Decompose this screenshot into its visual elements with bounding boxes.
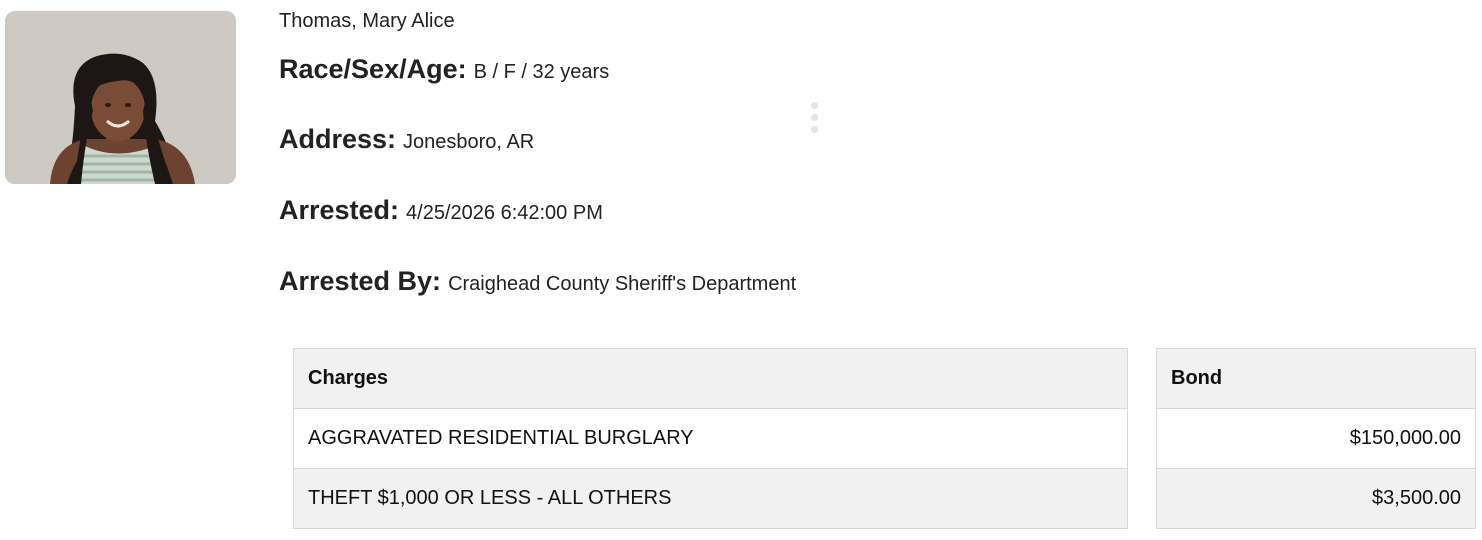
bond-header: Bond [1156,348,1476,409]
arrested-by-label: Arrested By: [279,266,442,296]
arrested-value: 4/25/2026 6:42:00 PM [406,202,603,224]
bond-header-row: Bond [1156,348,1476,409]
ellipsis-dot [810,126,818,133]
table-row: THEFT $1,000 OR LESS - ALL OTHERS [293,468,1128,529]
charges-header: Charges [293,348,1128,409]
inmate-name: Thomas, Mary Alice [279,10,455,32]
arrested-row: Arrested: 4/25/2026 6:42:00 PM [279,195,603,226]
inmate-photo [5,11,236,184]
charges-header-row: Charges [293,348,1128,409]
table-row: $3,500.00 [1156,468,1476,529]
charge-cell: THEFT $1,000 OR LESS - ALL OTHERS [293,468,1128,529]
race-sex-age-value: B / F / 32 years [473,61,610,83]
table-row: AGGRAVATED RESIDENTIAL BURGLARY [293,408,1128,469]
mugshot-photo [5,11,236,184]
address-value: Jonesboro, AR [403,131,535,153]
bond-cell: $3,500.00 [1156,468,1476,529]
race-sex-age-label: Race/Sex/Age: [279,54,467,84]
bond-table: Bond $150,000.00 $3,500.00 [1156,348,1476,529]
race-sex-age-row: Race/Sex/Age: B / F / 32 years [279,54,609,85]
arrested-by-value: Craighead County Sheriff's Department [448,273,797,295]
charges-table: Charges AGGRAVATED RESIDENTIAL BURGLARY … [293,348,1128,529]
table-row: $150,000.00 [1156,408,1476,469]
arrested-label: Arrested: [279,195,400,225]
ellipsis-dot [810,102,818,109]
charge-cell: AGGRAVATED RESIDENTIAL BURGLARY [293,408,1128,469]
arrested-by-row: Arrested By: Craighead County Sheriff's … [279,266,796,297]
address-row: Address: Jonesboro, AR [279,124,534,155]
more-vertical-icon[interactable] [809,102,819,140]
bond-cell: $150,000.00 [1156,408,1476,469]
ellipsis-dot [810,114,818,121]
address-label: Address: [279,124,397,154]
